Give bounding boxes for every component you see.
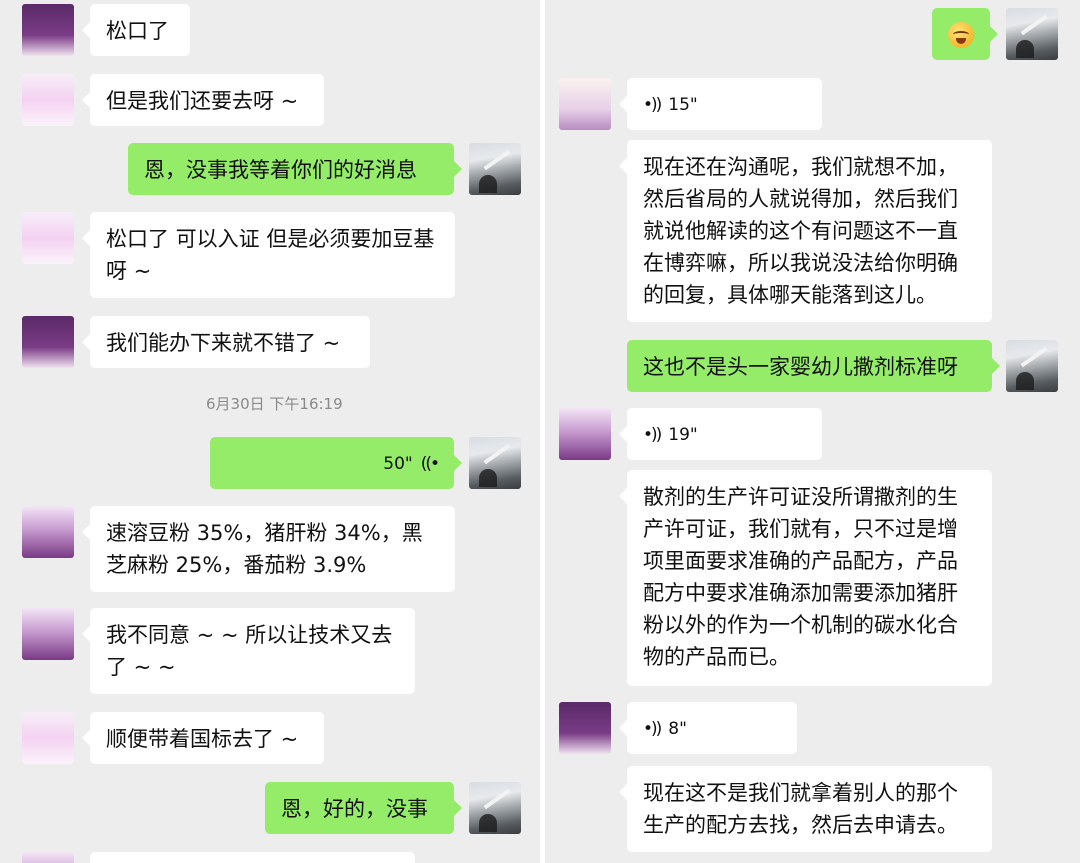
my-avatar[interactable]	[469, 437, 521, 489]
my-avatar[interactable]	[469, 143, 521, 195]
voice-duration: 8"	[668, 719, 687, 739]
incoming-message[interactable]: 散剂的生产许可证没所谓撒剂的生产许可证，我们就有，只不过是增项里面要求准确的产品…	[619, 470, 992, 686]
message-text: 恩，没事我等着你们的好消息	[144, 158, 417, 182]
voice-duration: 50"	[383, 454, 413, 474]
voice-wave-icon: ((•	[420, 454, 440, 474]
message-text: 现在还在沟通呢，我们就想不加，然后省局的人就说得加，然后我们就说他解读的这个有问…	[643, 155, 958, 307]
contact-avatar[interactable]	[22, 316, 74, 368]
incoming-message[interactable]	[90, 852, 415, 863]
message-text: 速溶豆粉 35%，猪肝粉 34%，黑芝麻粉 25%，番茄粉 3.9%	[106, 521, 423, 577]
message-text: 松口了	[106, 19, 169, 43]
outgoing-message[interactable]: 这也不是头一家婴幼儿撒剂标准呀	[627, 340, 1000, 392]
message-text: 我们能办下来就不错了 ~	[106, 331, 341, 355]
message-text: 这也不是头一家婴幼儿撒剂标准呀	[643, 355, 958, 379]
contact-avatar[interactable]	[22, 4, 74, 56]
timestamp: 6月30日 下午16:19	[206, 395, 343, 413]
right-chat-panel: •)) 15" 现在还在沟通呢，我们就想不加，然后省局的人就说得加，然后我们就说…	[545, 0, 1080, 863]
incoming-message[interactable]: 我们能办下来就不错了 ~	[82, 316, 370, 368]
message-text: 松口了 可以入证 但是必须要加豆基呀 ~	[106, 227, 435, 283]
incoming-message[interactable]: 速溶豆粉 35%，猪肝粉 34%，黑芝麻粉 25%，番茄粉 3.9%	[82, 506, 455, 592]
incoming-message[interactable]: 我不同意 ~ ~ 所以让技术又去了 ~ ~	[82, 608, 415, 694]
incoming-message[interactable]: 但是我们还要去呀 ~	[82, 74, 324, 126]
contact-avatar[interactable]	[559, 408, 611, 460]
message-text: 现在这不是我们就拿着别人的那个生产的配方去找，然后去申请去。	[643, 781, 958, 837]
outgoing-voice-message[interactable]: 50" ((•	[210, 437, 462, 489]
voice-wave-icon: •))	[643, 95, 662, 115]
voice-duration: 15"	[668, 95, 698, 115]
laughing-tears-emoji-icon	[948, 22, 974, 48]
contact-avatar[interactable]	[22, 212, 74, 264]
contact-avatar[interactable]	[22, 74, 74, 126]
message-text: 散剂的生产许可证没所谓撒剂的生产许可证，我们就有，只不过是增项里面要求准确的产品…	[643, 485, 958, 669]
voice-duration: 19"	[668, 425, 698, 445]
my-avatar[interactable]	[1006, 340, 1058, 392]
outgoing-message[interactable]: 恩，没事我等着你们的好消息	[128, 143, 462, 195]
contact-avatar[interactable]	[559, 702, 611, 754]
incoming-message[interactable]: 松口了 可以入证 但是必须要加豆基呀 ~	[82, 212, 455, 298]
incoming-message[interactable]: 松口了	[82, 4, 190, 56]
contact-avatar[interactable]	[22, 506, 74, 558]
voice-wave-icon: •))	[643, 719, 662, 739]
contact-avatar[interactable]	[22, 852, 74, 863]
my-avatar[interactable]	[1006, 8, 1058, 60]
my-avatar[interactable]	[469, 782, 521, 834]
incoming-voice-message[interactable]: •)) 8"	[619, 702, 797, 754]
left-chat-panel: 松口了 但是我们还要去呀 ~ 恩，没事我等着你们的好消息 松口了 可以入证 但是…	[0, 0, 540, 863]
contact-avatar[interactable]	[22, 712, 74, 764]
message-text: 但是我们还要去呀 ~	[106, 89, 299, 113]
outgoing-emoji-message[interactable]	[932, 8, 998, 60]
message-text: 顺便带着国标去了 ~	[106, 727, 299, 751]
outgoing-message[interactable]: 恩，好的，没事	[265, 782, 462, 834]
message-text: 恩，好的，没事	[281, 797, 428, 821]
incoming-message[interactable]: 顺便带着国标去了 ~	[82, 712, 324, 764]
voice-wave-icon: •))	[643, 425, 662, 445]
incoming-voice-message[interactable]: •)) 19"	[619, 408, 822, 460]
incoming-message[interactable]: 现在还在沟通呢，我们就想不加，然后省局的人就说得加，然后我们就说他解读的这个有问…	[619, 140, 992, 322]
contact-avatar[interactable]	[559, 78, 611, 130]
incoming-message[interactable]: 现在这不是我们就拿着别人的那个生产的配方去找，然后去申请去。	[619, 766, 992, 852]
contact-avatar[interactable]	[22, 608, 74, 660]
message-text: 我不同意 ~ ~ 所以让技术又去了 ~ ~	[106, 623, 393, 679]
incoming-voice-message[interactable]: •)) 15"	[619, 78, 822, 130]
